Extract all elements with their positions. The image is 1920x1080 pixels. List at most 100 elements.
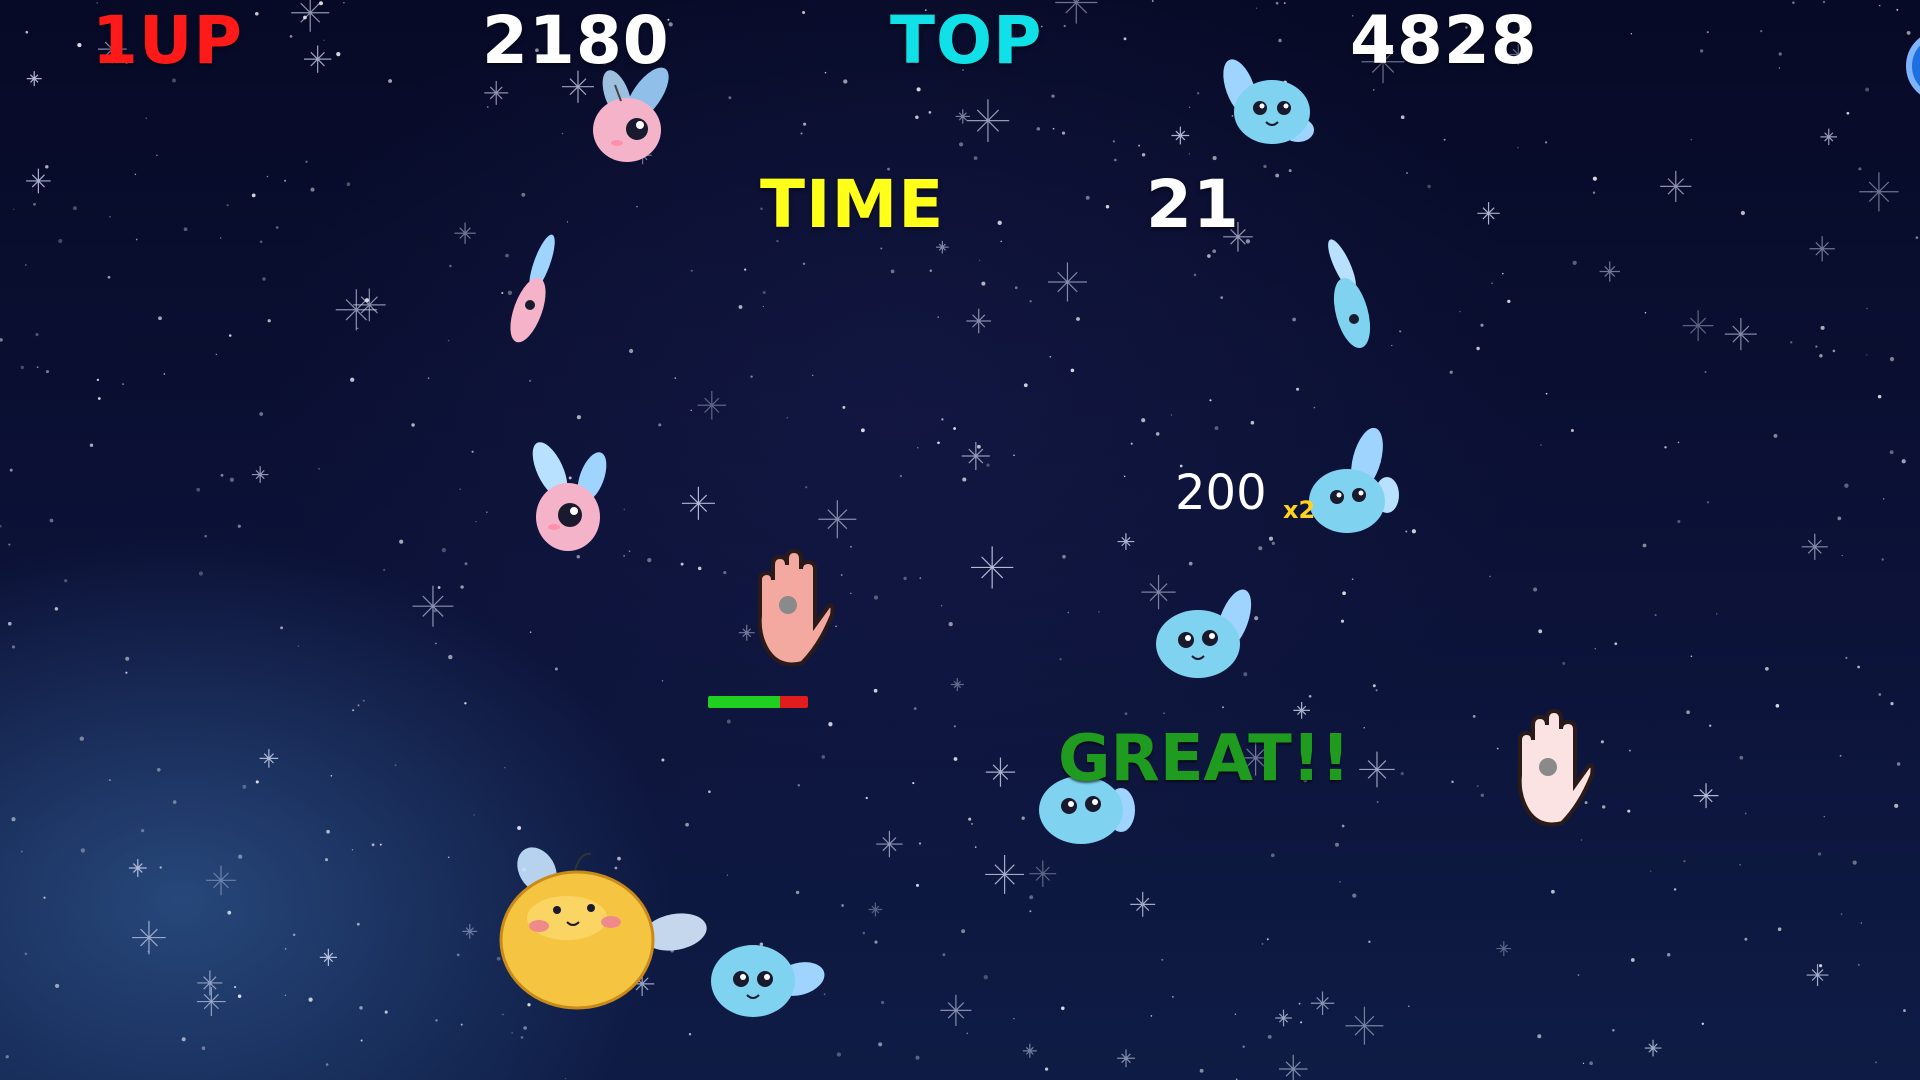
star-dot [802,262,806,266]
star-dot [843,79,848,84]
star-dot [981,281,986,286]
star-dot [360,1039,363,1042]
star-dot [1889,450,1894,455]
star-dot [107,275,111,279]
star-dot [723,571,727,575]
hand-cursor-sprite[interactable] [1500,705,1595,830]
star-dot [728,96,732,100]
star-dot [159,866,162,869]
star-dot [797,784,801,787]
star-dot [850,546,852,548]
pink-fairy-sprite[interactable] [500,225,570,355]
star-dot [1789,341,1793,344]
star-dot [1860,922,1862,924]
star-dot [1818,852,1822,856]
star-dot [1029,895,1034,900]
star-dot [1823,815,1826,818]
star-dot [1901,459,1906,464]
health-bar-fill [708,696,780,708]
star-dot [1654,614,1657,617]
star-dot [394,764,397,767]
hand-cursor-sprite[interactable] [740,545,835,670]
star-dot [1250,420,1255,425]
sparkle-star [966,99,1010,142]
sparkle-star [304,45,332,73]
sparkle-star [196,987,226,1016]
star-dot [674,377,677,379]
sparkle-star [1047,262,1087,302]
star-dot [122,383,125,386]
sparkle-star [985,757,1016,787]
star-dot [1275,1,1279,5]
star-dot [350,377,355,382]
blue-fairy-sprite[interactable] [1320,235,1380,365]
star-dot [1340,619,1345,623]
star-dot [802,10,806,15]
blue-fairy-sprite[interactable] [1210,50,1330,160]
star-dot [1865,87,1870,92]
sparkle-star [412,585,454,627]
star-dot [172,78,176,83]
star-dot [1351,578,1354,580]
star-dot [1874,1061,1878,1064]
star-dot [201,1046,206,1050]
star-dot [750,375,753,378]
sparkle-star [971,546,1014,589]
star-dot [561,132,564,135]
pink-fairy-sprite[interactable] [520,435,620,560]
star-dot [1335,842,1339,847]
star-dot [1141,153,1146,157]
star-dot [379,843,382,846]
star-dot [1123,37,1127,41]
star-dot [803,122,807,126]
star-dot [308,997,313,1002]
star-dot [1673,888,1677,891]
star-dot [1391,344,1393,347]
star-dot [1476,346,1480,351]
star-dot [1915,236,1919,239]
sparkle-star [335,289,377,331]
star-dot [835,625,837,628]
star-dot [5,1055,9,1059]
yellow-bee-sprite[interactable] [495,840,710,1020]
star-dot [1896,762,1901,766]
star-dot [1341,824,1345,828]
star-dot [1866,354,1868,356]
star-dot [346,182,351,187]
star-dot [836,1052,842,1057]
star-dot [1538,629,1543,634]
star-dot [623,508,626,511]
star-dot [1352,893,1357,898]
blue-fairy-sprite[interactable] [1140,578,1260,688]
star-dot [255,12,259,16]
star-dot [447,339,450,342]
star-dot [275,226,279,229]
pink-fairy-sprite[interactable] [575,55,685,170]
star-dot [962,477,967,482]
star-dot [1858,167,1862,171]
game-stage[interactable]: 1UP 2180 TOP 4828 TIME 21 200 x2 GREAT!! [0,0,1920,1080]
star-dot [1476,785,1479,788]
star-dot [1545,392,1548,395]
sparkle-star [950,677,964,691]
star-dot [1112,140,1116,143]
star-dot [266,175,269,178]
star-dot [1209,399,1212,402]
star-dot [841,904,844,907]
sparkle-star [1055,0,1098,24]
star-dot [1677,441,1680,444]
star-dot [915,115,919,120]
star-dot [529,631,532,634]
star-dot [1427,184,1431,189]
star-dot [183,227,188,232]
star-dot [1451,780,1454,784]
star-dot [411,423,415,427]
star-dot [43,896,46,899]
star-dot [986,463,990,467]
star-dot [1406,172,1408,174]
star-dot [628,550,631,552]
blue-fairy-sprite[interactable] [695,925,830,1040]
star-dot [890,269,895,274]
star-dot [441,547,447,553]
star-dot [1267,1034,1272,1039]
